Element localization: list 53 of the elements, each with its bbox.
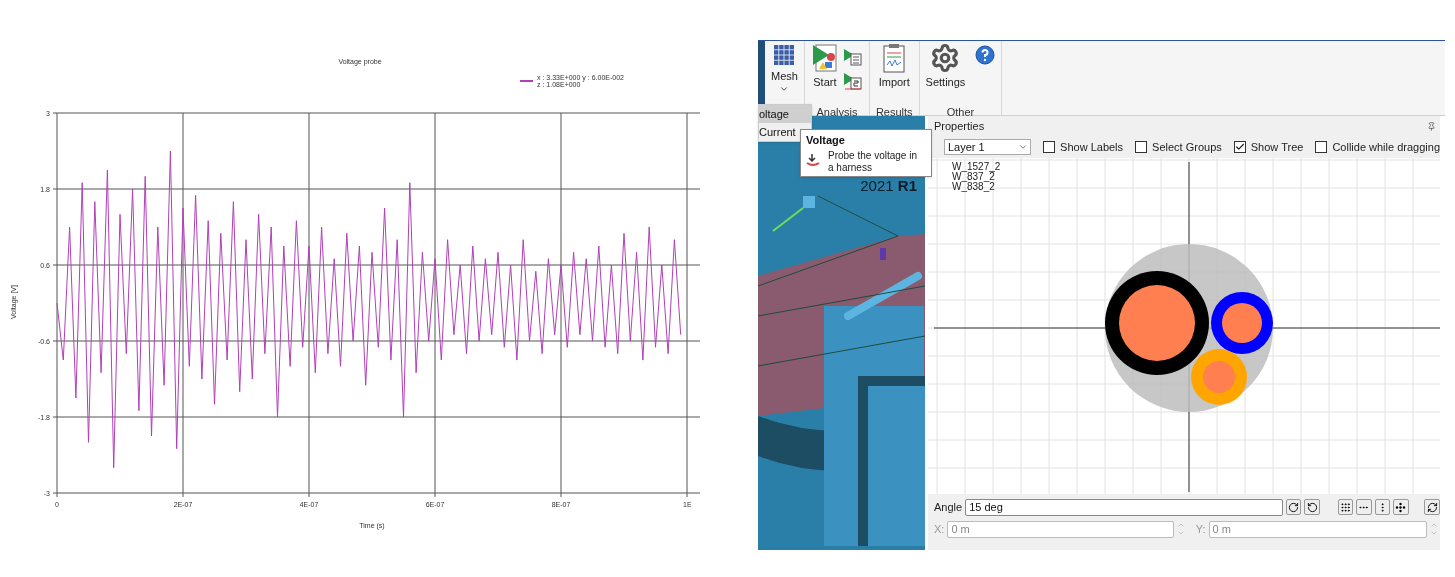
tree-item[interactable]: W_837_2 — [952, 172, 1001, 182]
menu-item[interactable]: oltage — [759, 105, 811, 123]
ribbon-group-label: Results — [875, 106, 913, 118]
pin-icon[interactable] — [1427, 121, 1436, 131]
gear-icon — [930, 43, 961, 73]
checkmark-icon — [1234, 142, 1245, 152]
checkbox-label[interactable]: Collide while dragging — [1332, 138, 1440, 156]
rotate-clockwise-icon — [1288, 501, 1300, 513]
probe-icon — [806, 152, 820, 167]
tree-item[interactable]: W_1527_2 — [952, 162, 1001, 172]
wire-drawing — [1211, 292, 1273, 354]
help-icon[interactable] — [975, 45, 996, 65]
layer-dropdown[interactable]: Layer 1 — [944, 139, 1032, 155]
grid-icon — [772, 43, 797, 67]
y-label: Y: — [1195, 521, 1206, 537]
vertical-dots-button[interactable] — [1374, 499, 1391, 515]
rotate-clockwise-button[interactable] — [1285, 499, 1302, 515]
checkbox-label[interactable]: Show Labels — [1060, 138, 1124, 156]
ribbon-button[interactable]: Import — [878, 43, 910, 89]
cross-dots-icon — [1395, 501, 1407, 513]
version-label: 2021 R1 — [860, 177, 917, 194]
ribbon-group-label: Other — [946, 106, 975, 118]
checkbox[interactable] — [1315, 141, 1328, 153]
panel-title: Properties — [934, 118, 985, 134]
refresh-button[interactable] — [1424, 499, 1440, 515]
angle-input[interactable]: 15 deg — [965, 498, 1283, 516]
caret-icon — [779, 84, 790, 94]
ribbon-button[interactable]: Mesh — [771, 43, 798, 94]
horizontal-dots-button[interactable] — [1356, 499, 1372, 515]
grid-dots-button[interactable] — [1337, 499, 1354, 515]
dot-grid-icon — [1339, 501, 1351, 513]
ribbon-button[interactable]: Start — [810, 43, 839, 89]
cross-dots-button[interactable] — [1393, 499, 1409, 515]
ribbon-button[interactable]: Settings — [925, 43, 966, 89]
checkbox[interactable] — [1043, 141, 1056, 153]
caret-icon — [1018, 142, 1029, 152]
play-table-icon[interactable] — [842, 47, 863, 67]
ribbon-group-label: Analysis — [816, 106, 858, 118]
tree-item[interactable]: W_838_2 — [952, 182, 1001, 192]
clipboard-chart-icon — [882, 43, 907, 73]
checkbox-label[interactable]: Select Groups — [1152, 138, 1222, 156]
tooltip-title: Voltage — [806, 133, 846, 148]
rotate-counterclockwise-icon — [1306, 501, 1318, 513]
play-script-icon[interactable] — [842, 71, 863, 91]
x-label: X: — [934, 521, 945, 537]
tooltip-text: Probe the voltage in a harness — [828, 149, 918, 174]
checkbox[interactable] — [1135, 141, 1148, 153]
checkbox-label[interactable]: Show Tree — [1250, 138, 1304, 156]
refresh-icon — [1426, 501, 1438, 513]
play-document-icon — [810, 43, 839, 73]
checkbox[interactable] — [1233, 141, 1246, 153]
rotate-counterclockwise-button[interactable] — [1304, 499, 1320, 515]
angle-label: Angle — [934, 499, 963, 515]
